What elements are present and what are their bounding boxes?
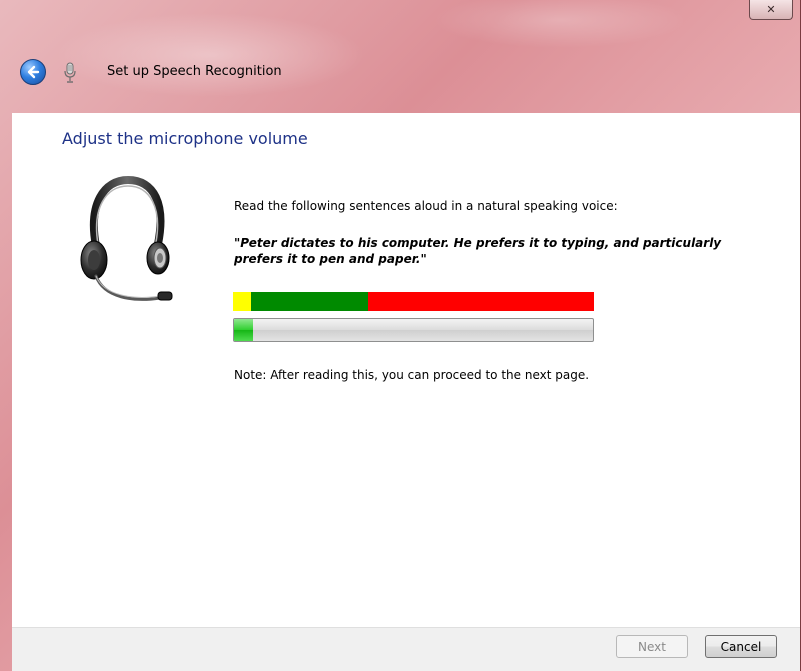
navigation-bar: Set up Speech Recognition [0, 58, 800, 88]
note-text: Note: After reading this, you can procee… [234, 368, 590, 382]
back-button[interactable] [20, 59, 46, 85]
sample-sentence: "Peter dictates to his computer. He pref… [234, 236, 722, 266]
headset-icon [80, 175, 173, 301]
volume-scale-bar [233, 292, 594, 311]
close-button[interactable]: ✕ [749, 0, 793, 20]
instruction-text: Read the following sentences aloud in a … [234, 199, 618, 213]
back-arrow-icon [27, 65, 40, 79]
volume-scale-good [251, 292, 369, 311]
title-bar [0, 0, 800, 112]
window-title: Set up Speech Recognition [107, 64, 282, 79]
volume-scale-too-loud [368, 292, 594, 311]
microphone-level-meter [233, 318, 594, 342]
wizard-footer: Next Cancel [12, 627, 800, 671]
microphone-icon [64, 62, 76, 83]
cancel-button[interactable]: Cancel [705, 635, 777, 658]
wizard-content: Adjust the microphone volume Read the fo… [12, 113, 800, 627]
close-icon: ✕ [766, 3, 776, 16]
level-meter-fill [234, 319, 254, 341]
page-heading: Adjust the microphone volume [62, 129, 308, 148]
next-button[interactable]: Next [616, 635, 688, 658]
speech-setup-window: ✕ Set up Speech Recognition Adjust the m… [0, 0, 801, 671]
volume-scale-too-low [233, 292, 252, 311]
